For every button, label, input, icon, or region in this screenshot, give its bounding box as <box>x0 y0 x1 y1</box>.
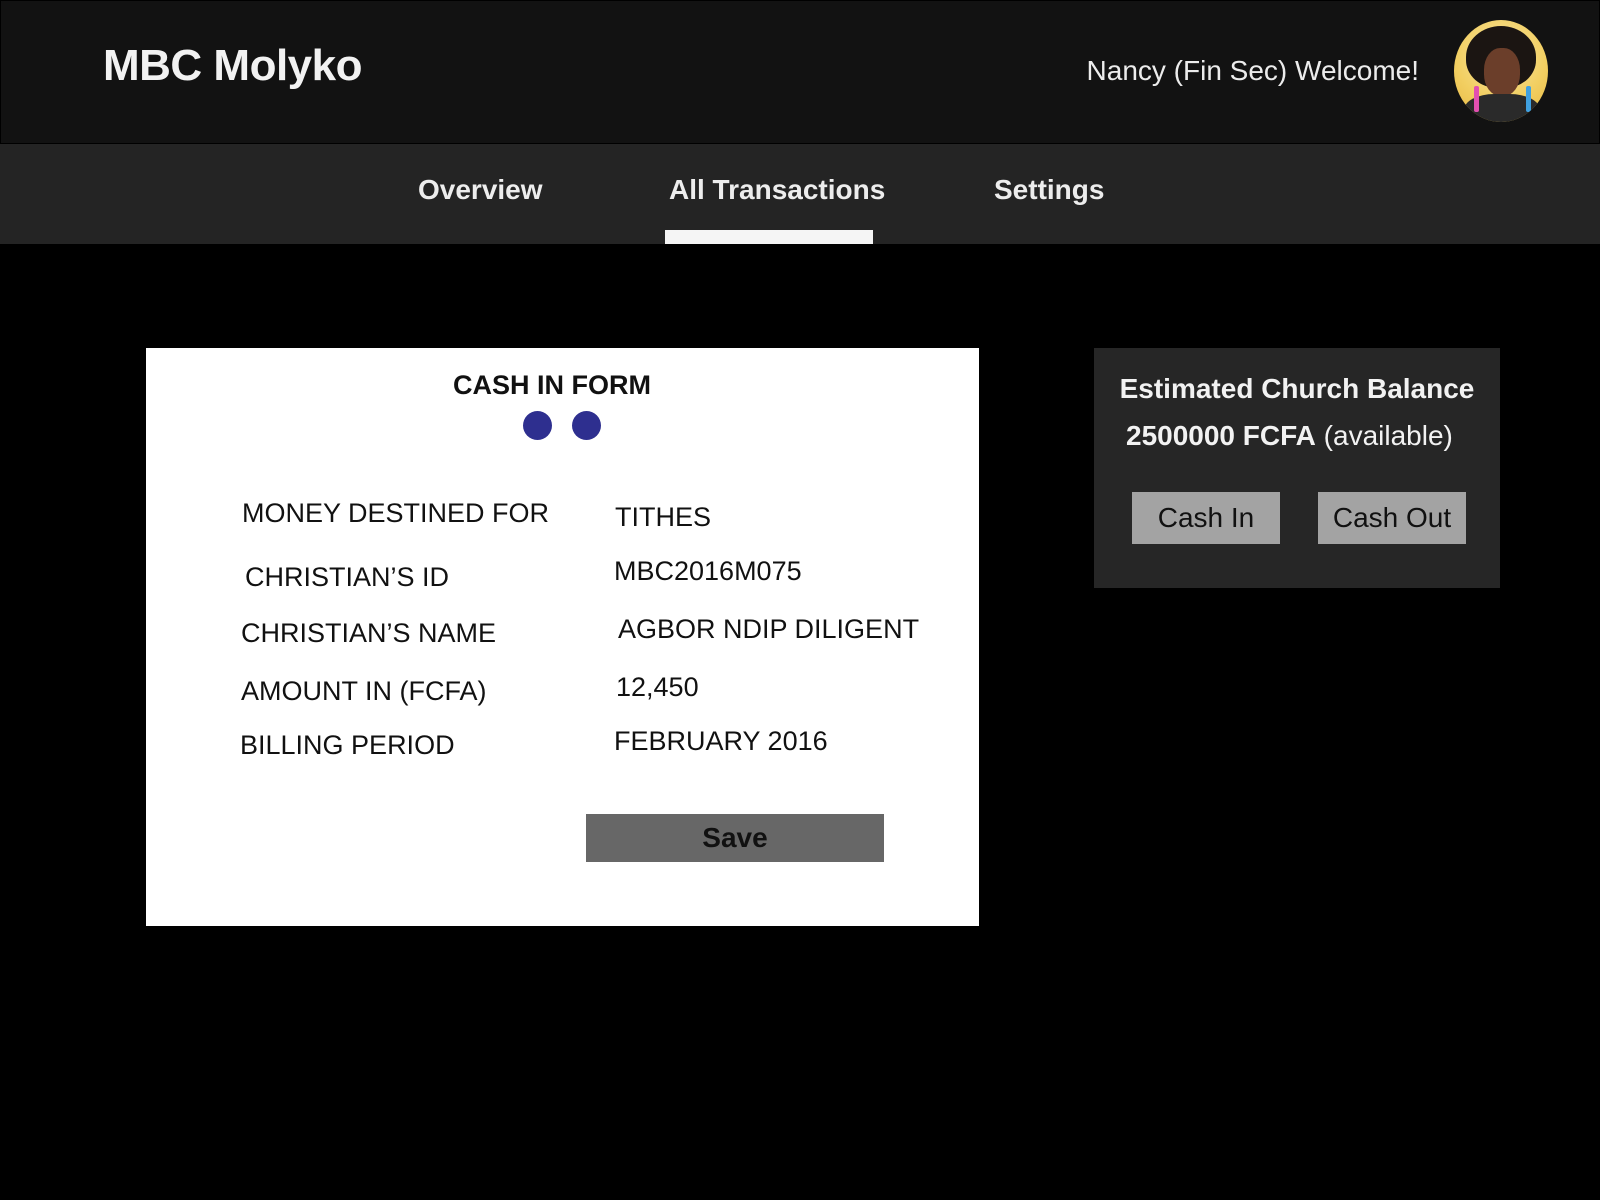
church-balance-panel: Estimated Church Balance 2500000 FCFA (a… <box>1094 348 1500 588</box>
label-billing-period: BILLING PERIOD <box>240 730 455 760</box>
welcome-message: Nancy (Fin Sec) Welcome! <box>1086 55 1419 86</box>
app-root: MBC Molyko Nancy (Fin Sec) Welcome! Over… <box>0 0 1600 1200</box>
avatar-earring-left <box>1474 86 1479 112</box>
top-header: MBC Molyko Nancy (Fin Sec) Welcome! <box>1 1 1599 143</box>
balance-title: Estimated Church Balance <box>1119 373 1475 404</box>
active-tab-indicator <box>665 230 873 244</box>
money-destined-for-field[interactable] <box>615 502 915 533</box>
cash-in-form: CASH IN FORM MONEY DESTINED FOR CHRISTIA… <box>146 348 979 926</box>
christians-id-field[interactable] <box>614 556 914 587</box>
christians-name-field[interactable] <box>618 614 958 645</box>
label-christians-name: CHRISTIAN’S NAME <box>241 618 497 648</box>
step-indicator-2[interactable] <box>572 411 601 440</box>
user-avatar[interactable] <box>1454 20 1548 122</box>
save-button[interactable]: Save <box>586 814 884 862</box>
label-christians-id: CHRISTIAN’S ID <box>245 562 450 592</box>
billing-period-field[interactable] <box>614 726 914 757</box>
balance-line: 2500000 FCFA (available) <box>1126 420 1453 452</box>
balance-status: (available) <box>1323 420 1453 451</box>
cash-in-button[interactable]: Cash In <box>1132 492 1280 544</box>
balance-amount: 2500000 FCFA <box>1126 420 1316 451</box>
step-indicator-1[interactable] <box>523 411 552 440</box>
label-money-destined-for: MONEY DESTINED FOR <box>242 498 550 528</box>
brand-title[interactable]: MBC Molyko <box>103 41 363 91</box>
form-title: CASH IN FORM <box>453 370 651 400</box>
label-amount-fcfa: AMOUNT IN (FCFA) <box>241 676 487 706</box>
avatar-earring-right <box>1526 86 1531 112</box>
amount-field[interactable] <box>616 672 916 703</box>
avatar-face <box>1484 48 1520 96</box>
main-nav: Overview All Transactions Settings <box>0 144 1600 244</box>
cash-out-button[interactable]: Cash Out <box>1318 492 1466 544</box>
tab-settings[interactable]: Settings <box>994 174 1104 206</box>
tab-overview[interactable]: Overview <box>418 174 543 206</box>
tab-all-transactions[interactable]: All Transactions <box>669 174 885 206</box>
